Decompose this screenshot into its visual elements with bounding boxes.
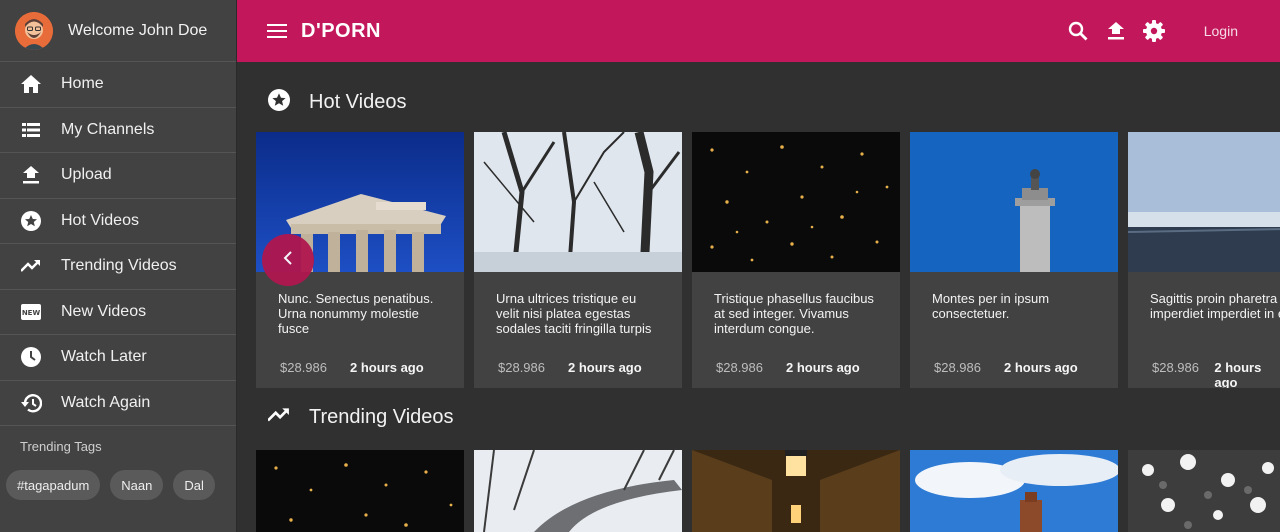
trending-icon: [267, 407, 290, 428]
video-thumbnail[interactable]: [910, 450, 1118, 532]
sidebar-item-label: New Videos: [61, 302, 147, 320]
sidebar-item-new-videos[interactable]: NEW New Videos: [0, 290, 236, 335]
video-card[interactable]: Sagittis proin pharetra habitant imperdi…: [1128, 132, 1280, 388]
video-thumbnail[interactable]: [474, 132, 682, 272]
video-card[interactable]: Urna ultrices tristique eu velit nisi pl…: [474, 132, 682, 388]
list-icon: [20, 119, 42, 141]
video-card[interactable]: Montes per in ipsum consectetuer. $28.98…: [910, 132, 1118, 388]
trending-icon: [20, 255, 42, 277]
top-actions: Login: [1066, 0, 1280, 62]
brand-title[interactable]: D'PORN: [301, 20, 381, 43]
avatar-illustration-icon: [15, 11, 53, 50]
video-meta: $28.986 2 hours ago: [910, 346, 1118, 375]
video-card[interactable]: [256, 450, 464, 532]
sidebar-item-label: Watch Later: [61, 348, 147, 366]
tag-chip[interactable]: Naan: [110, 470, 164, 500]
section-title: Trending Videos: [309, 406, 454, 428]
video-price: $28.986: [934, 360, 981, 375]
video-thumbnail[interactable]: [910, 132, 1118, 272]
hamburger-menu-icon[interactable]: [266, 20, 288, 42]
video-meta: $28.986 2 hours ago: [1128, 346, 1280, 388]
video-thumbnail[interactable]: [1128, 450, 1280, 532]
video-title[interactable]: Urna ultrices tristique eu velit nisi pl…: [474, 272, 682, 346]
video-price: $28.986: [716, 360, 763, 375]
video-card[interactable]: [1128, 450, 1280, 532]
video-time: 2 hours ago: [568, 360, 642, 375]
video-card[interactable]: [910, 450, 1118, 532]
hot-videos-header: Hot Videos: [268, 89, 406, 116]
top-app-bar: D'PORN Login: [237, 0, 1280, 62]
video-price: $28.986: [280, 360, 327, 375]
tag-chip[interactable]: #tagapadum: [6, 470, 101, 500]
search-icon[interactable]: [1066, 19, 1090, 43]
trending-videos-header: Trending Videos: [267, 406, 454, 429]
video-meta: $28.986 2 hours ago: [256, 346, 464, 375]
sidebar-item-watch-again[interactable]: Watch Again: [0, 381, 236, 426]
upload-icon[interactable]: [1104, 19, 1128, 43]
video-time: 2 hours ago: [1004, 360, 1078, 375]
video-price: $28.986: [1152, 360, 1199, 375]
sidebar: Welcome John Doe Home My Channels Upload…: [0, 0, 237, 532]
login-link[interactable]: Login: [1204, 23, 1238, 39]
svg-text:NEW: NEW: [22, 309, 41, 317]
star-circle-icon: [20, 210, 42, 232]
video-title[interactable]: Tristique phasellus faucibus at sed inte…: [692, 272, 900, 346]
avatar[interactable]: [15, 11, 53, 50]
sidebar-item-trending-videos[interactable]: Trending Videos: [0, 244, 236, 290]
gear-icon[interactable]: [1142, 19, 1166, 43]
clock-icon: [20, 346, 42, 368]
video-price: $28.986: [498, 360, 545, 375]
section-title: Hot Videos: [309, 91, 407, 113]
upload-icon: [20, 164, 42, 186]
video-title[interactable]: Sagittis proin pharetra habitant imperdi…: [1128, 272, 1280, 346]
sidebar-item-home[interactable]: Home: [0, 62, 236, 108]
video-card[interactable]: [474, 450, 682, 532]
sidebar-item-my-channels[interactable]: My Channels: [0, 108, 236, 153]
video-thumbnail[interactable]: [692, 132, 900, 272]
chevron-left-icon: [283, 250, 293, 270]
sidebar-item-label: Watch Again: [61, 393, 151, 411]
video-thumbnail[interactable]: [692, 450, 900, 532]
history-icon: [20, 392, 42, 414]
video-time: 2 hours ago: [786, 360, 860, 375]
sidebar-item-label: Upload: [61, 166, 112, 184]
sidebar-item-label: My Channels: [61, 120, 155, 138]
video-thumbnail[interactable]: [256, 450, 464, 532]
sidebar-item-upload[interactable]: Upload: [0, 153, 236, 199]
trending-tags-title: Trending Tags: [20, 439, 102, 454]
sidebar-item-hot-videos[interactable]: Hot Videos: [0, 199, 236, 244]
video-time: 2 hours ago: [1214, 360, 1262, 388]
video-thumbnail[interactable]: [474, 450, 682, 532]
video-meta: $28.986 2 hours ago: [474, 346, 682, 375]
new-badge-icon: NEW: [20, 301, 42, 323]
sidebar-item-label: Hot Videos: [61, 211, 139, 229]
sidebar-item-label: Trending Videos: [61, 257, 177, 275]
video-card[interactable]: Tristique phasellus faucibus at sed inte…: [692, 132, 900, 388]
tag-chip[interactable]: Dal: [173, 470, 215, 500]
video-meta: $28.986 2 hours ago: [692, 346, 900, 375]
carousel-prev-button[interactable]: [262, 234, 314, 286]
video-card[interactable]: [692, 450, 900, 532]
video-time: 2 hours ago: [350, 360, 424, 375]
user-header: Welcome John Doe: [0, 0, 236, 62]
home-icon: [20, 73, 42, 95]
hot-videos-carousel: Nunc. Senectus penatibus. Urna nonummy m…: [256, 132, 1280, 388]
video-thumbnail[interactable]: [1128, 132, 1280, 272]
welcome-text: Welcome John Doe: [68, 21, 208, 39]
trending-videos-carousel: [256, 450, 1280, 532]
trending-tags: #tagapadum Naan Dal: [0, 470, 236, 500]
star-circle-icon: [268, 89, 290, 116]
sidebar-item-watch-later[interactable]: Watch Later: [0, 335, 236, 381]
sidebar-item-label: Home: [61, 75, 104, 93]
video-title[interactable]: Montes per in ipsum consectetuer.: [910, 272, 1118, 346]
